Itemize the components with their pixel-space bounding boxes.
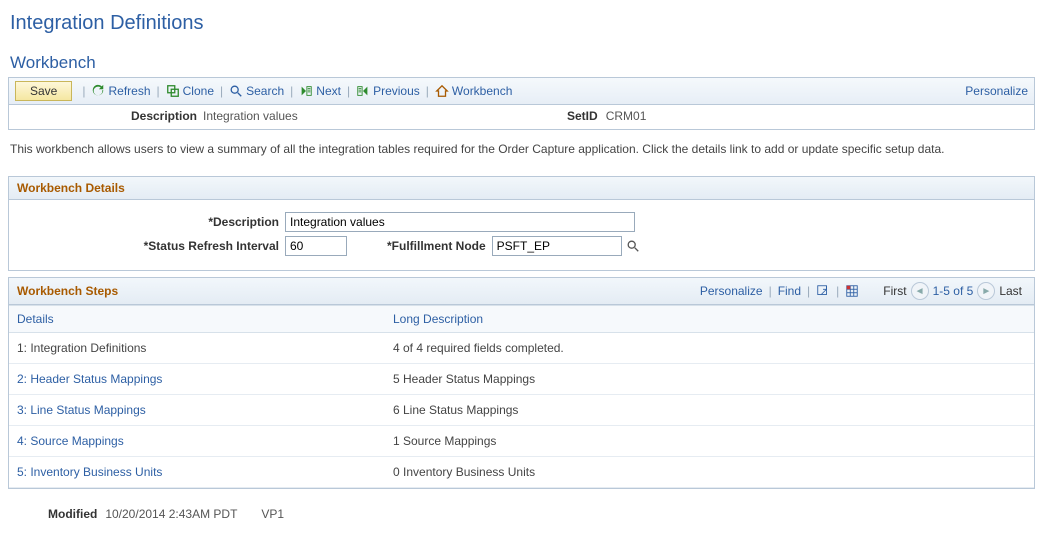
- search-label: Search: [246, 84, 284, 98]
- clone-button[interactable]: Clone: [166, 84, 214, 98]
- step-desc: 4 of 4 required fields completed.: [385, 333, 1034, 364]
- footer: Modified 10/20/2014 2:43AM PDT VP1: [48, 507, 1035, 521]
- description-label: Description: [17, 109, 197, 123]
- separator: |: [220, 84, 223, 98]
- personalize-link[interactable]: Personalize: [965, 84, 1028, 98]
- col-long-desc: Long Description: [385, 306, 1034, 333]
- interval-input[interactable]: [285, 236, 347, 256]
- steps-table: Details Long Description 1: Integration …: [9, 305, 1034, 488]
- refresh-button[interactable]: Refresh: [91, 84, 150, 98]
- grid-icon[interactable]: [845, 284, 859, 298]
- separator: |: [157, 84, 160, 98]
- next-icon: [299, 84, 316, 98]
- next-button[interactable]: Next: [299, 84, 341, 98]
- section-title: Workbench: [10, 53, 1035, 73]
- nav-last[interactable]: Last: [999, 284, 1022, 298]
- step-desc: 0 Inventory Business Units: [385, 457, 1034, 488]
- description-input[interactable]: [285, 212, 635, 232]
- step-link[interactable]: 3: Line Status Mappings: [17, 403, 146, 417]
- separator: |: [426, 84, 429, 98]
- prev-page-icon[interactable]: ◄: [911, 282, 929, 300]
- node-field-label: *Fulfillment Node: [387, 239, 486, 253]
- table-row: 5: Inventory Business Units 0 Inventory B…: [9, 457, 1034, 488]
- next-page-icon[interactable]: ►: [977, 282, 995, 300]
- separator: |: [82, 84, 85, 98]
- search-button[interactable]: Search: [229, 84, 284, 98]
- modified-value: 10/20/2014 2:43AM PDT: [105, 507, 237, 521]
- steps-find-link[interactable]: Find: [778, 284, 801, 298]
- table-row: 3: Line Status Mappings 6 Line Status Map…: [9, 395, 1034, 426]
- desc-field-label: *Description: [19, 215, 279, 229]
- separator: |: [290, 84, 293, 98]
- step-desc: 5 Header Status Mappings: [385, 364, 1034, 395]
- home-icon: [435, 84, 452, 98]
- setid-value: CRM01: [606, 109, 647, 123]
- previous-icon: [356, 84, 373, 98]
- step-link[interactable]: 4: Source Mappings: [17, 434, 124, 448]
- table-row: 4: Source Mappings 1 Source Mappings: [9, 426, 1034, 457]
- lookup-icon[interactable]: [626, 239, 640, 253]
- workbench-button[interactable]: Workbench: [435, 84, 512, 98]
- previous-button[interactable]: Previous: [356, 84, 420, 98]
- separator: |: [347, 84, 350, 98]
- step-link[interactable]: 5: Inventory Business Units: [17, 465, 162, 479]
- description-value: Integration values: [203, 109, 298, 123]
- steps-personalize-link[interactable]: Personalize: [700, 284, 763, 298]
- workbench-details-group: Workbench Details *Description *Status R…: [8, 176, 1035, 271]
- workbench-details-title: Workbench Details: [9, 177, 1034, 200]
- fulfillment-node-input[interactable]: [492, 236, 622, 256]
- info-row: Description Integration values SetID CRM…: [8, 105, 1035, 130]
- page-title: Integration Definitions: [10, 12, 1035, 35]
- toolbar: Save | Refresh | Clone | Search |: [8, 77, 1035, 105]
- refresh-icon: [91, 84, 108, 98]
- modified-user: VP1: [261, 507, 284, 521]
- refresh-label: Refresh: [108, 84, 150, 98]
- table-row: 1: Integration Definitions4 of 4 require…: [9, 333, 1034, 364]
- step-link[interactable]: 2: Header Status Mappings: [17, 372, 162, 386]
- clone-label: Clone: [183, 84, 214, 98]
- step-desc: 6 Line Status Mappings: [385, 395, 1034, 426]
- nav-first[interactable]: First: [883, 284, 906, 298]
- col-details: Details: [9, 306, 385, 333]
- workbench-label: Workbench: [452, 84, 512, 98]
- nav-range: 1-5 of 5: [933, 284, 974, 298]
- search-icon: [229, 84, 246, 98]
- step-desc: 1 Source Mappings: [385, 426, 1034, 457]
- workbench-steps-title: Workbench Steps: [17, 284, 118, 298]
- modified-label: Modified: [48, 507, 97, 521]
- step-text: 1: Integration Definitions: [9, 333, 385, 364]
- next-label: Next: [316, 84, 341, 98]
- save-button[interactable]: Save: [15, 81, 72, 101]
- instructions-text: This workbench allows users to view a su…: [10, 142, 1033, 156]
- zoom-icon[interactable]: [816, 284, 830, 298]
- setid-label: SetID: [567, 109, 598, 123]
- interval-field-label: *Status Refresh Interval: [19, 239, 279, 253]
- table-row: 2: Header Status Mappings 5 Header Status…: [9, 364, 1034, 395]
- clone-icon: [166, 84, 183, 98]
- previous-label: Previous: [373, 84, 420, 98]
- workbench-steps-group: Workbench Steps Personalize | Find | | F…: [8, 277, 1035, 489]
